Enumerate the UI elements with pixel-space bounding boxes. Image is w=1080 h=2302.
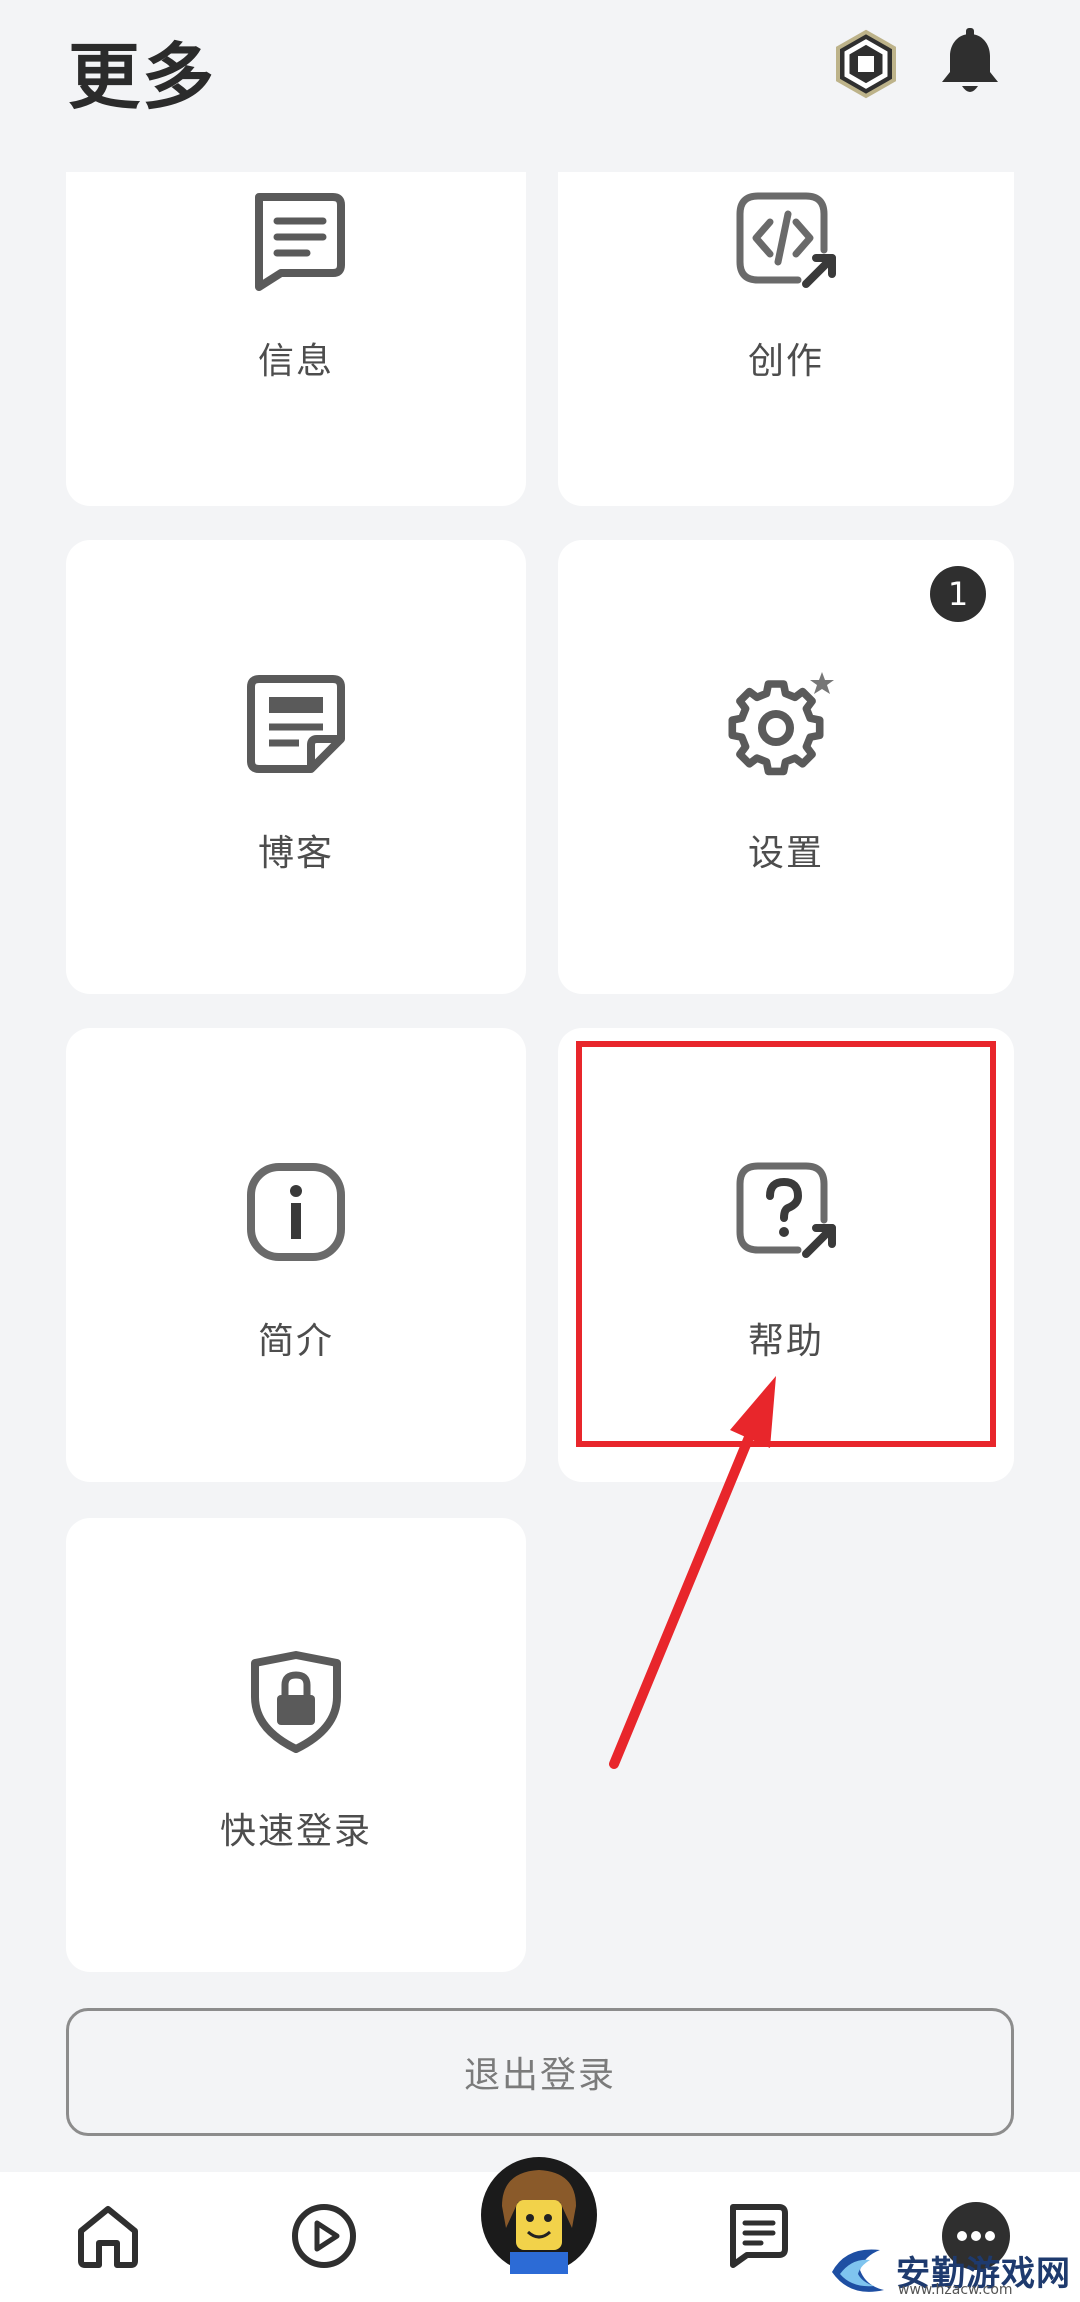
shield-lock-icon (236, 1642, 356, 1762)
robux-icon[interactable] (826, 24, 906, 104)
tile-label: 信息 (257, 341, 334, 382)
settings-gear-icon (726, 664, 846, 784)
tile-label: 简介 (257, 1321, 334, 1362)
tile-label: 帮助 (747, 1321, 824, 1362)
tile-label: 设置 (747, 833, 824, 874)
page-title: 更多 (68, 35, 217, 119)
bell-icon[interactable] (930, 24, 1010, 104)
avatar-icon[interactable] (480, 2156, 598, 2274)
message-icon (236, 182, 356, 302)
tile-help[interactable]: 帮助 (558, 1028, 1014, 1482)
play-icon[interactable] (274, 2186, 374, 2286)
tile-create[interactable]: 创作 (558, 172, 1014, 506)
help-external-icon (726, 1152, 846, 1272)
chat-icon[interactable] (706, 2186, 806, 2286)
tile-label: 创作 (747, 341, 824, 382)
tile-label: 博客 (257, 833, 334, 874)
tile-blog[interactable]: 博客 (66, 540, 526, 994)
header: 更多 (0, 0, 1080, 150)
code-external-icon (726, 182, 846, 302)
blog-icon (236, 664, 356, 784)
tile-about[interactable]: 简介 (66, 1028, 526, 1482)
notification-badge: 1 (930, 566, 986, 622)
info-icon (236, 1152, 356, 1272)
watermark-url: www.hzacw.com (898, 2282, 1013, 2298)
watermark-logo-icon (832, 2249, 884, 2292)
tile-settings[interactable]: 1 设置 (558, 540, 1014, 994)
watermark: 安勤游戏网 www.hzacw.com (826, 2238, 1080, 2302)
tile-label: 快速登录 (219, 1811, 372, 1852)
logout-button[interactable]: 退出登录 (66, 2008, 1014, 2136)
tile-quick-login[interactable]: 快速登录 (66, 1518, 526, 1972)
home-icon[interactable] (58, 2186, 158, 2286)
tile-messages[interactable]: 信息 (66, 172, 526, 506)
